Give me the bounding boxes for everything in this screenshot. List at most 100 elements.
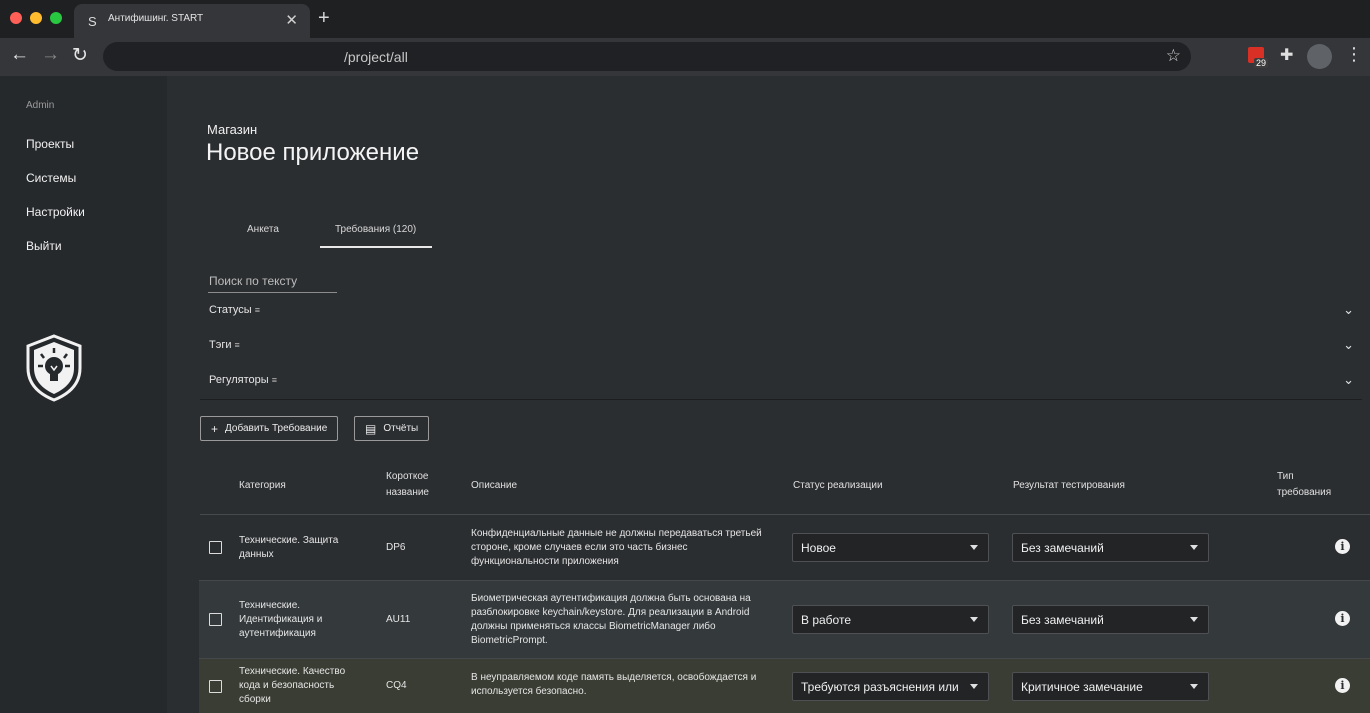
- tab-close-icon[interactable]: ✕: [285, 11, 298, 29]
- test-result-select[interactable]: Критичное замечание: [1012, 672, 1209, 701]
- text-line: должны применяться классы BiometricManag…: [471, 621, 716, 632]
- row-category: Технические. Защита данных: [239, 534, 338, 562]
- url-text: /project/all: [344, 49, 408, 65]
- impl-status-select[interactable]: Новое: [792, 533, 989, 562]
- dropdown-arrow-icon: [970, 545, 978, 550]
- dropdown-arrow-icon: [970, 684, 978, 689]
- text-line: аутентификация: [239, 628, 316, 639]
- chevron-down-icon[interactable]: ⌄: [1343, 302, 1354, 318]
- test-result-select[interactable]: Без замечаний: [1012, 605, 1209, 634]
- text-line: Идентификация и: [239, 614, 323, 625]
- test-result-select[interactable]: Без замечаний: [1012, 533, 1209, 562]
- info-icon[interactable]: i: [1335, 539, 1350, 554]
- window-maximize-icon[interactable]: [50, 12, 62, 24]
- project-subtitle: Магазин: [207, 122, 258, 137]
- dropdown-arrow-icon: [1190, 684, 1198, 689]
- dropdown-arrow-icon: [970, 617, 978, 622]
- window-close-icon[interactable]: [10, 12, 22, 24]
- text-line: В неуправляемом коде память выделяется, …: [471, 672, 757, 683]
- tab-favicon-icon: S: [88, 14, 97, 29]
- window-minimize-icon[interactable]: [30, 12, 42, 24]
- dropdown-arrow-icon: [1190, 545, 1198, 550]
- extension-badge: 29: [1254, 58, 1269, 68]
- col-header-line: Короткое: [386, 471, 429, 482]
- table-row[interactable]: Технические. Качество кода и безопасност…: [199, 659, 1370, 713]
- row-checkbox[interactable]: [209, 541, 222, 554]
- reports-button[interactable]: ▤ Отчёты: [354, 416, 430, 441]
- chevron-down-icon[interactable]: ⌄: [1343, 372, 1354, 388]
- reload-icon[interactable]: ↻: [72, 44, 88, 67]
- select-value: Без замечаний: [1021, 540, 1104, 555]
- text-line: сборки: [239, 694, 271, 705]
- col-header-short-name[interactable]: Короткое название: [386, 469, 429, 501]
- col-header-test-result[interactable]: Результат тестирования: [1013, 478, 1125, 494]
- sidebar-user: Admin: [26, 100, 55, 111]
- col-header-description[interactable]: Описание: [471, 478, 517, 494]
- sidebar-item-logout[interactable]: Выйти: [26, 239, 62, 253]
- browser-menu-icon[interactable]: ⋮: [1345, 44, 1363, 65]
- text-line: функциональности приложения: [471, 556, 619, 567]
- info-icon[interactable]: i: [1335, 611, 1350, 626]
- page-title: Новое приложение: [206, 139, 420, 166]
- impl-status-select[interactable]: В работе: [792, 605, 989, 634]
- add-requirement-button[interactable]: + Добавить Требование: [200, 416, 339, 441]
- browser-tabstrip: S Антифишинг. START ✕ +: [0, 0, 1370, 38]
- reports-label: Отчёты: [383, 423, 419, 434]
- text-line: данных: [239, 549, 274, 560]
- filter-label: Статусы: [209, 304, 252, 316]
- back-icon[interactable]: ←: [10, 44, 29, 66]
- main-content: Магазин Новое приложение Анкета Требован…: [167, 76, 1370, 713]
- tab-requirements[interactable]: Требования (120): [335, 224, 416, 235]
- row-checkbox[interactable]: [209, 680, 222, 693]
- filter-tags[interactable]: Тэги ≡: [209, 339, 240, 351]
- col-header-impl-status[interactable]: Статус реализации: [793, 478, 883, 494]
- add-requirement-label: Добавить Требование: [225, 423, 328, 434]
- forward-icon[interactable]: →: [41, 44, 60, 66]
- sidebar-item-systems[interactable]: Системы: [26, 171, 76, 185]
- sidebar-item-settings[interactable]: Настройки: [26, 205, 85, 219]
- filter-statuses[interactable]: Статусы ≡: [209, 304, 260, 316]
- browser-toolbar: ← → ↻ /project/all ☆ 29 ✚ ⋮: [0, 38, 1370, 76]
- address-bar[interactable]: /project/all ☆: [103, 42, 1191, 71]
- dropdown-arrow-icon: [1190, 617, 1198, 622]
- filter-icon: ≡: [271, 375, 277, 385]
- col-header-line: Тип: [1277, 471, 1294, 482]
- impl-status-select[interactable]: Требуются разъяснения или: [792, 672, 989, 701]
- extensions-puzzle-icon[interactable]: ✚: [1280, 45, 1293, 65]
- profile-avatar[interactable]: [1307, 44, 1332, 69]
- text-line: кода и безопасность: [239, 680, 335, 691]
- text-line: разблокировке keychain/keystore. Для реа…: [471, 607, 750, 618]
- sidebar: Admin Проекты Системы Настройки Выйти: [0, 76, 167, 713]
- bookmark-star-icon[interactable]: ☆: [1166, 46, 1181, 66]
- chevron-down-icon[interactable]: ⌄: [1343, 337, 1354, 353]
- shield-logo-icon: [26, 334, 82, 402]
- table-row[interactable]: Технические. Защита данных DP6 Конфиденц…: [199, 515, 1370, 581]
- report-icon: ▤: [365, 421, 377, 436]
- table-row[interactable]: Технические. Идентификация и аутентифика…: [199, 581, 1370, 659]
- row-checkbox[interactable]: [209, 613, 222, 626]
- filter-icon: ≡: [234, 340, 240, 350]
- info-icon[interactable]: i: [1335, 678, 1350, 693]
- row-description: Биометрическая аутентификация должна быт…: [471, 592, 751, 648]
- tab-questionnaire[interactable]: Анкета: [247, 224, 279, 235]
- col-header-type[interactable]: Тип требования: [1277, 469, 1331, 501]
- search-input[interactable]: Поиск по тексту: [209, 274, 297, 288]
- row-description: Конфиденциальные данные не должны переда…: [471, 527, 762, 569]
- col-header-category[interactable]: Категория: [239, 478, 286, 494]
- col-header-line: название: [386, 487, 429, 498]
- select-value: Критичное замечание: [1021, 679, 1143, 694]
- text-line: Технические.: [239, 600, 301, 611]
- row-category: Технические. Качество кода и безопасност…: [239, 665, 345, 707]
- browser-tab[interactable]: S Антифишинг. START ✕: [74, 4, 310, 38]
- row-description: В неуправляемом коде память выделяется, …: [471, 671, 756, 699]
- text-line: Технические. Защита: [239, 535, 339, 546]
- filter-label: Тэги: [209, 339, 232, 351]
- active-tab-indicator: [320, 246, 432, 248]
- filter-regulators[interactable]: Регуляторы ≡: [209, 374, 277, 386]
- text-line: стороне, кроме случаев если это часть би…: [471, 542, 688, 553]
- sidebar-item-projects[interactable]: Проекты: [26, 137, 74, 151]
- text-line: Биометрическая аутентификация должна быт…: [471, 593, 751, 604]
- search-underline: [208, 292, 337, 293]
- new-tab-button[interactable]: +: [318, 7, 330, 30]
- filters-divider: [200, 399, 1362, 400]
